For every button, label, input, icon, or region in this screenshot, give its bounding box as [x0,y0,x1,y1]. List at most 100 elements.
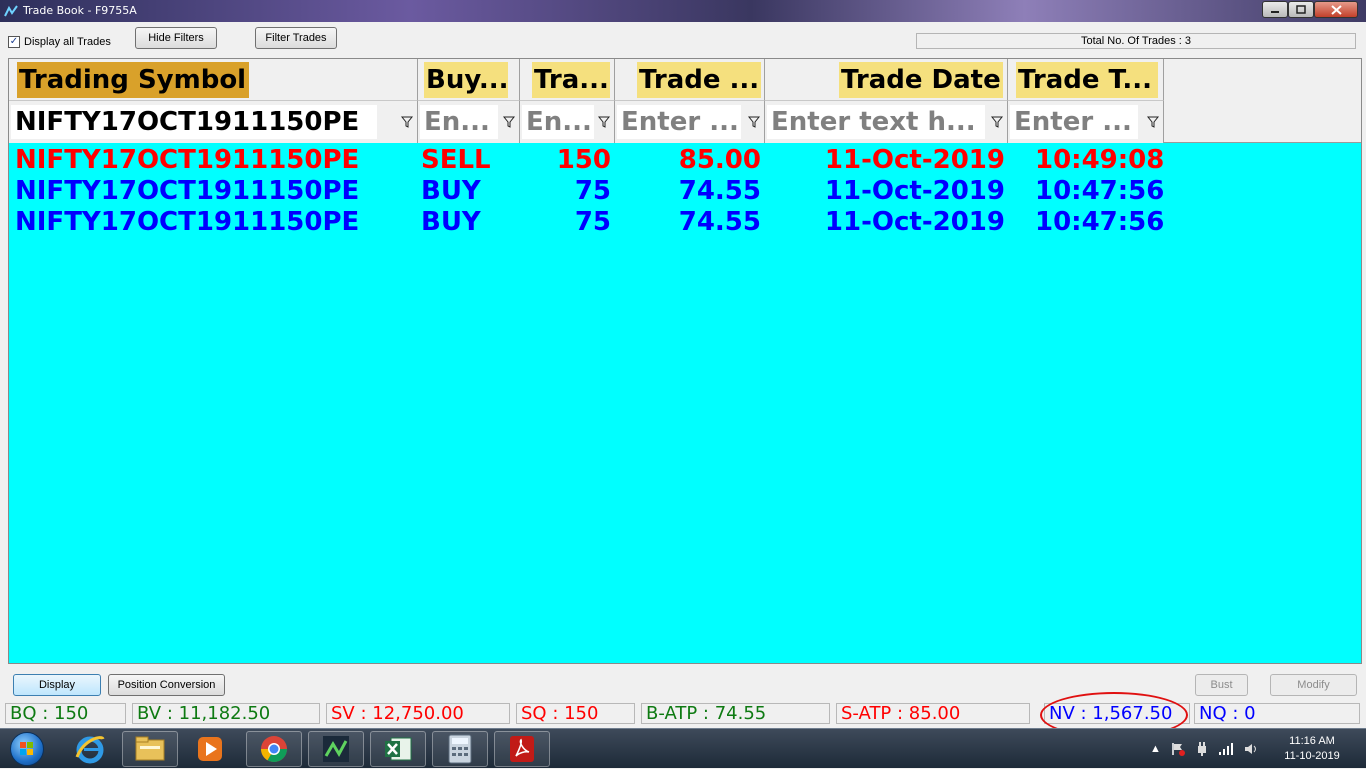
display-button[interactable]: Display [13,674,101,696]
minimize-button[interactable] [1262,1,1288,18]
column-header-trade-date[interactable]: Trade Date [765,59,1008,101]
taskbar-chrome[interactable] [246,731,302,767]
display-all-trades-checkbox[interactable]: ✓ Display all Trades [8,36,111,48]
hide-filters-button[interactable]: Hide Filters [135,27,217,49]
status-buy-atp: B-ATP : 74.55 [641,703,830,724]
column-header-label: Buy... [424,62,508,98]
cell-trading-symbol: NIFTY17OCT1911150PE [15,176,360,206]
maximize-icon [1296,5,1306,14]
taskbar-internet-explorer[interactable] [62,731,118,767]
filter-input-trade-qty[interactable]: En... [522,105,594,139]
table-row[interactable]: NIFTY17OCT1911150PE BUY 75 74.55 11-Oct-… [9,176,1361,207]
volume-icon[interactable] [1243,742,1259,756]
cell-trade-date: 11-Oct-2019 [824,207,1005,237]
status-buy-qty: BQ : 150 [5,703,126,724]
filter-input-trade-price[interactable]: Enter ... [617,105,741,139]
total-trades-count: Total No. Of Trades : 3 [916,33,1356,49]
filter-input-trade-time[interactable]: Enter ... [1010,105,1138,139]
status-sell-qty: SQ : 150 [516,703,635,724]
taskbar-acrobat[interactable] [494,731,550,767]
file-explorer-icon [135,736,165,761]
grid-body: NIFTY17OCT1911150PE SELL 150 85.00 11-Oc… [9,145,1361,238]
cell-trade-price: 74.55 [678,176,761,206]
status-net-qty: NQ : 0 [1194,703,1360,724]
action-center-flag-icon[interactable] [1170,741,1186,757]
close-icon [1330,4,1342,15]
table-row[interactable]: NIFTY17OCT1911150PE BUY 75 74.55 11-Oct-… [9,207,1361,238]
taskbar-media-player[interactable] [182,731,238,767]
filter-funnel-icon[interactable] [1146,115,1160,129]
taskbar-file-explorer[interactable] [122,731,178,767]
filter-input-trading-symbol[interactable]: NIFTY17OCT1911150PE [11,105,377,139]
cell-trade-date: 11-Oct-2019 [824,176,1005,206]
display-all-trades-label: Display all Trades [24,36,111,48]
window-title: Trade Book - F9755A [23,4,137,17]
filter-input-buy-sell[interactable]: En... [420,105,498,139]
column-header-buy-sell[interactable]: Buy... [418,59,520,101]
status-buy-value: BV : 11,182.50 [132,703,320,724]
taskbar-calculator[interactable] [432,731,488,767]
calculator-icon [448,734,472,764]
taskbar-trading-app[interactable] [308,731,364,767]
filter-funnel-icon[interactable] [747,115,761,129]
cell-trade-qty: 75 [574,207,611,237]
column-header-label: Trade Date [839,62,1003,98]
signal-strength-icon[interactable] [1218,742,1234,756]
cell-trade-qty: 75 [574,176,611,206]
chrome-icon [260,736,288,763]
position-conversion-button[interactable]: Position Conversion [108,674,225,696]
taskbar: ▲ 11:16 AM 11-10-2019 [0,728,1366,768]
media-player-icon [198,737,222,761]
trade-grid: Trading Symbol Buy... Tra... Trade ... T… [8,58,1362,664]
cell-trade-time: 10:47:56 [1035,207,1165,237]
power-plug-icon[interactable] [1195,741,1209,757]
taskbar-clock[interactable]: 11:16 AM 11-10-2019 [1272,734,1352,764]
column-header-trade-qty[interactable]: Tra... [520,59,615,101]
cell-buy-sell: BUY [421,176,481,206]
column-header-trading-symbol[interactable]: Trading Symbol [9,59,418,101]
filter-trades-button[interactable]: Filter Trades [255,27,337,49]
start-button[interactable] [2,730,52,768]
filter-input-trade-date[interactable]: Enter text h... [767,105,985,139]
filter-funnel-icon[interactable] [990,115,1004,129]
column-header-trade-price[interactable]: Trade ... [615,59,765,101]
app-icon [4,5,18,17]
windows-logo-icon [10,732,44,766]
internet-explorer-icon [75,736,105,764]
title-bar: Trade Book - F9755A [0,0,1366,22]
cell-trade-time: 10:47:56 [1035,176,1165,206]
cell-trade-price: 74.55 [678,207,761,237]
cell-trade-qty: 150 [556,145,611,175]
filter-funnel-icon[interactable] [597,115,611,129]
taskbar-excel[interactable] [370,731,426,767]
column-header-trade-time[interactable]: Trade T... [1008,59,1164,101]
column-header-label: Trade T... [1016,62,1158,98]
cell-trading-symbol: NIFTY17OCT1911150PE [15,207,360,237]
cell-trading-symbol: NIFTY17OCT1911150PE [15,145,360,175]
filter-cell-buy-sell: En... [418,101,520,143]
acrobat-icon [510,736,534,762]
modify-button[interactable]: Modify [1270,674,1357,696]
cell-buy-sell: BUY [421,207,481,237]
filter-funnel-icon[interactable] [400,115,414,129]
table-row[interactable]: NIFTY17OCT1911150PE SELL 150 85.00 11-Oc… [9,145,1361,176]
minimize-icon [1271,10,1279,13]
clock-time: 11:16 AM [1289,735,1335,747]
filter-funnel-icon[interactable] [502,115,516,129]
filter-cell-trade-date: Enter text h... [765,101,1008,143]
column-header-label: Tra... [532,62,610,98]
filter-cell-trade-time: Enter ... [1008,101,1164,143]
status-sell-atp: S-ATP : 85.00 [836,703,1030,724]
excel-icon [385,737,412,761]
cell-trade-time: 10:49:08 [1035,145,1165,175]
maximize-button[interactable] [1288,1,1314,18]
show-hidden-icons-icon[interactable]: ▲ [1150,743,1161,755]
grid-header-row: Trading Symbol Buy... Tra... Trade ... T… [9,59,1361,101]
checkbox-check-icon: ✓ [8,36,20,48]
filter-cell-trading-symbol: NIFTY17OCT1911150PE [9,101,418,143]
filter-cell-trade-price: Enter ... [615,101,765,143]
toolbar: ✓ Display all Trades Hide Filters Filter… [0,22,1366,58]
bust-button[interactable]: Bust [1195,674,1248,696]
close-button[interactable] [1314,1,1358,18]
cell-buy-sell: SELL [421,145,491,175]
